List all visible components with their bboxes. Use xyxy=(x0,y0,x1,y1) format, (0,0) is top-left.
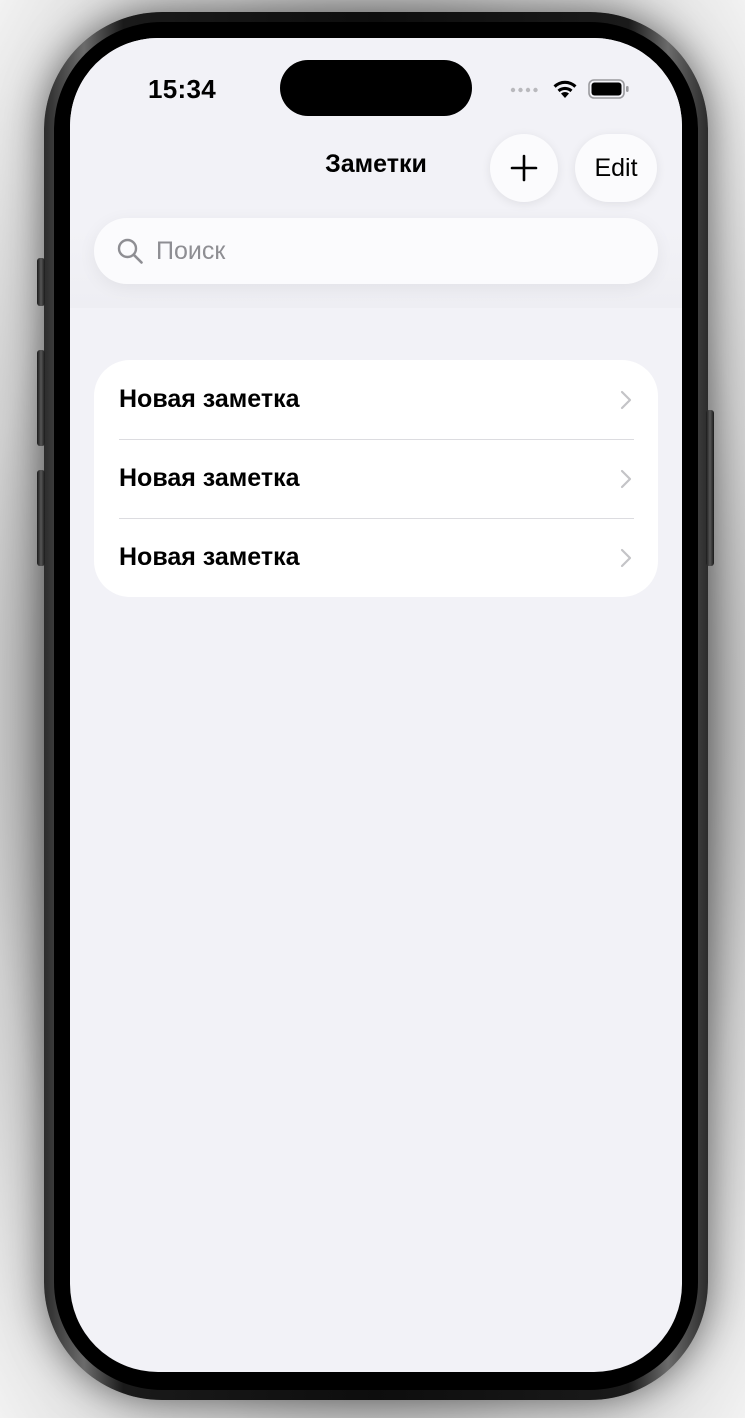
status-time: 15:34 xyxy=(148,74,216,104)
search-icon xyxy=(117,238,143,264)
mute-switch xyxy=(37,258,45,306)
signal-dots-icon xyxy=(510,87,538,93)
list-item[interactable]: Новая заметка xyxy=(94,360,658,439)
add-note-button[interactable] xyxy=(490,134,558,202)
chevron-right-icon xyxy=(620,548,632,567)
search-field[interactable] xyxy=(94,218,658,284)
notes-list: Новая заметка Новая заметка Новая заметк… xyxy=(94,360,658,597)
page-title: Заметки xyxy=(325,150,427,178)
search-input[interactable] xyxy=(154,235,628,267)
screen: 15:34 Заметки Edit Новая заметка xyxy=(70,38,682,1372)
note-title: Новая заметка xyxy=(119,543,300,571)
volume-up-button xyxy=(37,350,45,446)
plus-icon xyxy=(510,154,538,182)
dynamic-island xyxy=(280,60,472,116)
chevron-right-icon xyxy=(620,390,632,409)
list-item[interactable]: Новая заметка xyxy=(94,518,658,597)
note-title: Новая заметка xyxy=(119,464,300,492)
volume-down-button xyxy=(37,470,45,566)
edit-button[interactable]: Edit xyxy=(575,134,657,202)
list-item[interactable]: Новая заметка xyxy=(94,439,658,518)
battery-icon xyxy=(588,79,629,99)
chevron-right-icon xyxy=(620,469,632,488)
power-button xyxy=(706,410,714,566)
wifi-icon xyxy=(553,80,577,98)
note-title: Новая заметка xyxy=(119,385,300,413)
